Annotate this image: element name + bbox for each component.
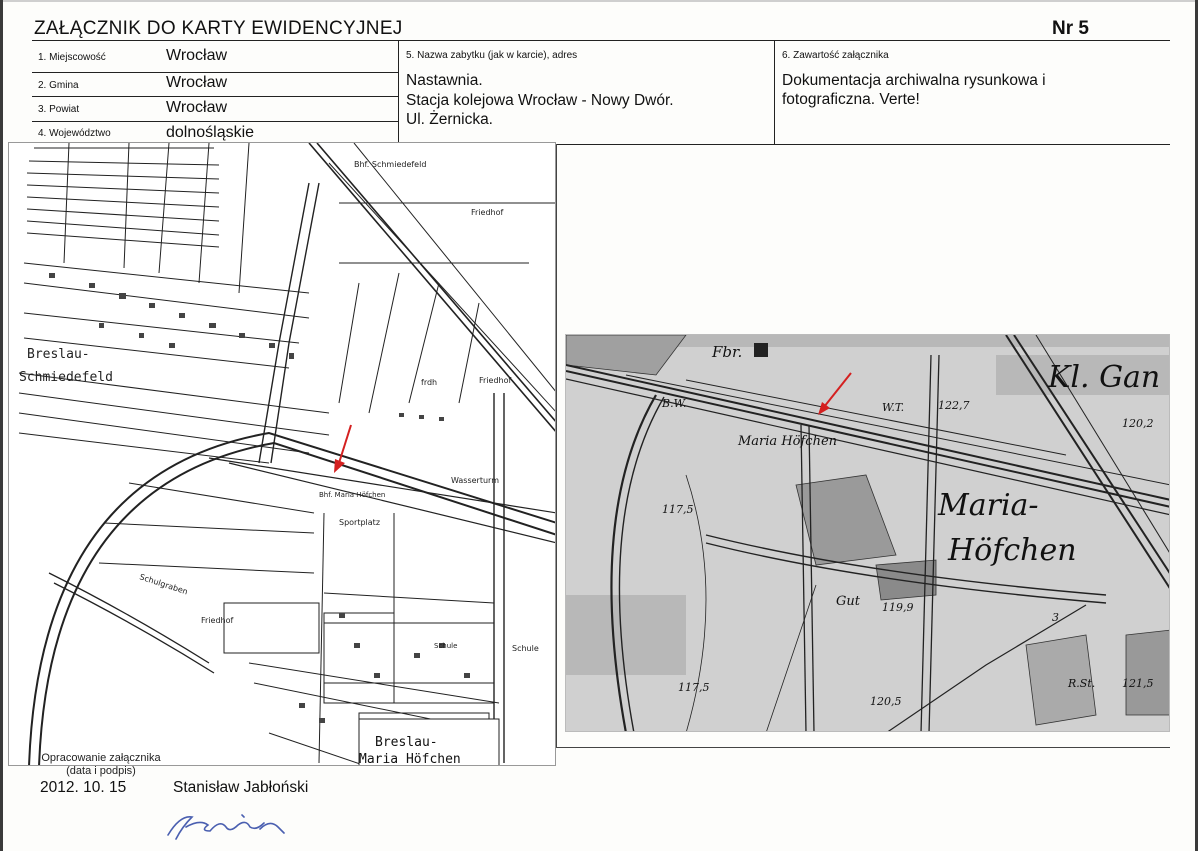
map-right-label-three: 3 [1052, 611, 1059, 624]
zawartosc-label: 6. Zawartość załącznika [782, 50, 889, 61]
factory-symbol [754, 343, 768, 357]
powiat-value: Wrocław [166, 99, 228, 116]
rule-row3 [32, 121, 398, 122]
miejscowosc-label: 1. Miejscowość [38, 52, 106, 63]
map-left-drawing: Bhf. Schmiedefeld Friedhof frdh Friedhof… [9, 143, 555, 766]
map-right-label-bw: B.W. [661, 397, 687, 410]
map-right-label-kl-gan: Kl. Gan [1047, 360, 1160, 395]
map-right-label-h117b: 117,5 [678, 681, 710, 694]
map-right-label-h117a: 117,5 [662, 503, 694, 516]
map-left-label-schule-small: Schule [434, 642, 457, 650]
map-right-label-wt: W.T. [882, 401, 904, 414]
map-right-label-gut: Gut [836, 594, 861, 609]
scan-edge-top [0, 0, 1198, 2]
zawartosc-line1: Dokumentacja archiwalna rysunkowa i [782, 72, 1046, 89]
map-left-label-wasserturm: Wasserturm [451, 476, 499, 485]
wojewodztwo-label: 4. Województwo [38, 128, 111, 139]
rule-row1 [32, 72, 398, 73]
gmina-value: Wrocław [166, 74, 228, 91]
map-left-label-maria-hofchen: Maria Höfchen [359, 752, 461, 766]
rule-col1 [398, 40, 399, 145]
document-number: Nr 5 [1052, 18, 1089, 39]
map-left-label-frdh: frdh [421, 378, 437, 387]
map-left-label-friedhof-top: Friedhof [471, 208, 503, 217]
miejscowosc-value: Wrocław [166, 47, 228, 64]
rule-top [32, 40, 1170, 41]
handwritten-signature [167, 814, 285, 840]
map-left-label-bhf: Bhf. Schmiedefeld [354, 160, 426, 169]
archival-map-left: Bhf. Schmiedefeld Friedhof frdh Friedhof… [8, 142, 556, 766]
map-right-label-rst: R.St. [1067, 677, 1095, 690]
footer-author: Stanisław Jabłoński [173, 779, 309, 796]
map-left-label-breslau-bottom: Breslau- [375, 735, 438, 750]
map-left-label-breslau: Breslau- [27, 347, 90, 362]
map-right-label-maria-hofchen-small: Maria Höfchen [737, 434, 837, 449]
wojewodztwo-value: dolnośląskie [166, 124, 255, 141]
content-bottom-rule [556, 747, 1170, 748]
map-left-label-friedhof-low: Friedhof [201, 616, 233, 625]
map-left-label-schule: Schule [512, 644, 539, 653]
powiat-label: 3. Powiat [38, 104, 80, 115]
content-divider [556, 144, 557, 747]
archival-map-right: Fbr. Kl. Gan B.W. W.T. 122,7 120,2 Maria… [565, 334, 1170, 732]
map-left-label-schmiedefeld: Schmiedefeld [19, 370, 113, 385]
nazwa-line1: Nastawnia. [406, 72, 483, 89]
footer-label-line2: (data i podpis) [66, 765, 136, 777]
nazwa-line2: Stacja kolejowa Wrocław - Nowy Dwór. [406, 92, 674, 109]
map-right-label-hofchen: Höfchen [947, 533, 1077, 568]
nazwa-label: 5. Nazwa zabytku (jak w karcie), adres [406, 50, 578, 61]
map-right-drawing: Fbr. Kl. Gan B.W. W.T. 122,7 120,2 Maria… [566, 335, 1169, 731]
rule-row2 [32, 96, 398, 97]
zawartosc-line2: fotograficzna. Verte! [782, 91, 920, 108]
scan-edge-left [0, 0, 3, 851]
map-right-label-fbr: Fbr. [711, 343, 742, 361]
map-left-label-friedhof-mid: Friedhof [479, 376, 511, 385]
document-title: ZAŁĄCZNIK DO KARTY EWIDENCYJNEJ [34, 18, 403, 39]
map-right-label-h120b: 120,5 [870, 695, 902, 708]
map-right-label-h120: 120,2 [1122, 417, 1154, 430]
map-left-label-sportplatz: Sportplatz [339, 518, 380, 527]
nazwa-line3: Ul. Żernicka. [406, 111, 493, 128]
footer-label: Opracowanie załącznika (data i podpis) [34, 752, 168, 778]
rule-col2 [774, 40, 775, 145]
footer-label-line1: Opracowanie załącznika [41, 752, 161, 764]
footer-date: 2012. 10. 15 [40, 779, 127, 796]
map-left-label-station-mid: Bhf. Maria Höfchen [319, 491, 385, 499]
map-right-label-h122: 122,7 [938, 399, 970, 412]
map-right-label-h119: 119,9 [882, 601, 914, 614]
gmina-label: 2. Gmina [38, 80, 79, 91]
map-right-label-maria: Maria- [937, 488, 1039, 523]
map-right-label-h121: 121,5 [1122, 677, 1154, 690]
